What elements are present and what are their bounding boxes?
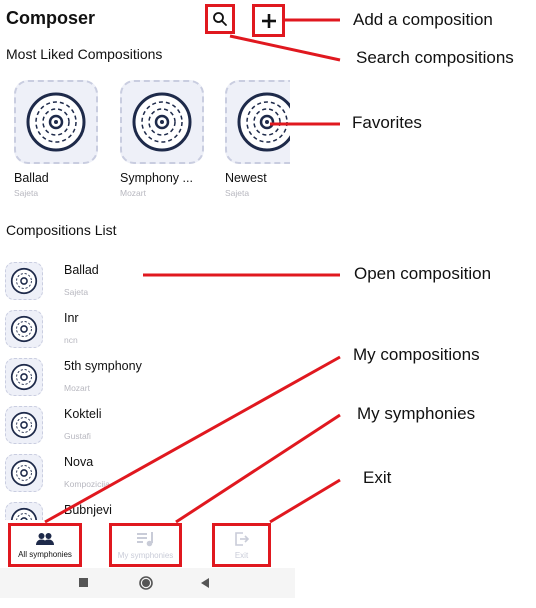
annotation-my-compositions: My compositions [353,345,480,364]
annotation-line [269,478,341,524]
annotation-search: Search compositions [356,48,514,67]
annotation-line [229,34,341,62]
annotation-add: Add a composition [353,10,493,29]
annotation-open: Open composition [354,264,492,283]
annotation-line [175,413,341,524]
annotation-my-symphonies: My symphonies [357,404,476,423]
annotation-lines [44,18,341,524]
annotation-favorites: Favorites [352,113,422,132]
annotation-line [44,355,341,524]
annotation-exit: Exit [363,468,392,487]
